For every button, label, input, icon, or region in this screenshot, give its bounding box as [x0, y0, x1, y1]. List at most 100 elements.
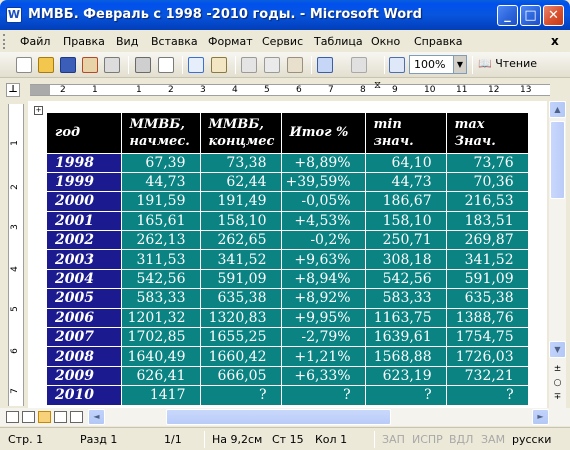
- value-cell[interactable]: 1655,25: [200, 327, 282, 348]
- value-cell[interactable]: 73,38: [200, 153, 282, 173]
- undo-icon[interactable]: [317, 57, 333, 73]
- menu-format[interactable]: Формат: [208, 35, 253, 48]
- value-cell[interactable]: 73,76: [446, 153, 529, 173]
- value-cell[interactable]: 64,10: [365, 153, 447, 173]
- year-cell[interactable]: 2007: [47, 327, 122, 348]
- normal-view-icon[interactable]: [6, 411, 19, 423]
- value-cell[interactable]: 1639,61: [365, 327, 447, 348]
- value-cell[interactable]: ?: [365, 385, 447, 406]
- value-cell[interactable]: +8,94%: [281, 269, 366, 290]
- save-icon[interactable]: [60, 57, 76, 73]
- scroll-down-button[interactable]: ▼: [549, 341, 566, 358]
- scroll-up-button[interactable]: ▲: [549, 101, 566, 118]
- menu-help[interactable]: Справка: [414, 35, 462, 48]
- value-cell[interactable]: ?: [200, 385, 282, 406]
- value-cell[interactable]: 666,05: [200, 366, 282, 387]
- value-cell[interactable]: 341,52: [200, 249, 282, 270]
- research-icon[interactable]: [211, 57, 227, 73]
- status-record[interactable]: ЗАП: [382, 433, 405, 446]
- web-layout-view-icon[interactable]: [22, 411, 35, 423]
- open-icon[interactable]: [38, 57, 54, 73]
- value-cell[interactable]: 311,53: [121, 249, 201, 270]
- table-move-handle[interactable]: +: [34, 106, 43, 115]
- horizontal-ruler[interactable]: 2 1 1 2 3 4 5 6 7 8 9 10 11 12 13 ⧖: [30, 80, 550, 96]
- print-icon[interactable]: [135, 57, 151, 73]
- status-overtype[interactable]: ЗАМ: [481, 433, 505, 446]
- value-cell[interactable]: +6,33%: [281, 366, 366, 387]
- value-cell[interactable]: -0,2%: [281, 230, 366, 251]
- maximize-button[interactable]: □: [520, 5, 541, 26]
- value-cell[interactable]: 250,71: [365, 230, 447, 251]
- value-cell[interactable]: 591,09: [446, 269, 529, 290]
- value-cell[interactable]: 1201,32: [121, 308, 201, 329]
- table-header-cell[interactable]: Итог %: [281, 113, 366, 154]
- horizontal-scroll-thumb[interactable]: [166, 409, 391, 425]
- next-page-icon[interactable]: ∓: [551, 391, 564, 404]
- reading-layout-view-icon[interactable]: [70, 411, 83, 423]
- value-cell[interactable]: 158,10: [200, 211, 282, 232]
- scroll-right-button[interactable]: ►: [532, 409, 549, 425]
- year-cell[interactable]: 2009: [47, 366, 122, 387]
- permission-icon[interactable]: [82, 57, 98, 73]
- menu-table[interactable]: Таблица: [314, 35, 363, 48]
- value-cell[interactable]: 262,65: [200, 230, 282, 251]
- year-cell[interactable]: 1998: [47, 153, 122, 173]
- value-cell[interactable]: 186,67: [365, 191, 447, 212]
- value-cell[interactable]: 262,13: [121, 230, 201, 251]
- value-cell[interactable]: 183,51: [446, 211, 529, 232]
- value-cell[interactable]: 1702,85: [121, 327, 201, 348]
- year-cell[interactable]: 2002: [47, 230, 122, 251]
- year-cell[interactable]: 2005: [47, 288, 122, 309]
- value-cell[interactable]: 542,56: [121, 269, 201, 290]
- paste-icon[interactable]: [287, 57, 303, 73]
- vertical-scrollbar[interactable]: ▲ ▼ ± ○ ∓: [549, 101, 566, 408]
- vertical-ruler[interactable]: 1 2 3 4 5 6 7: [8, 104, 24, 406]
- value-cell[interactable]: 626,41: [121, 366, 201, 387]
- menu-tools[interactable]: Сервис: [262, 35, 303, 48]
- value-cell[interactable]: 341,52: [446, 249, 529, 270]
- close-document-button[interactable]: x: [551, 34, 559, 48]
- value-cell[interactable]: 635,38: [446, 288, 529, 309]
- value-cell[interactable]: 1726,03: [446, 346, 529, 367]
- indent-marker-icon[interactable]: ⧖: [374, 80, 381, 91]
- status-track-changes[interactable]: ИСПР: [412, 433, 443, 446]
- hyperlink-icon[interactable]: [389, 57, 405, 73]
- redo-icon[interactable]: [351, 57, 367, 73]
- value-cell[interactable]: 165,61: [121, 211, 201, 232]
- value-cell[interactable]: 1163,75: [365, 308, 447, 329]
- reading-mode-button[interactable]: 📖 Чтение: [478, 57, 537, 70]
- year-cell[interactable]: 1999: [47, 172, 122, 193]
- select-browse-object-icon[interactable]: ○: [551, 377, 564, 390]
- value-cell[interactable]: +9,63%: [281, 249, 366, 270]
- year-cell[interactable]: 2006: [47, 308, 122, 329]
- value-cell[interactable]: 542,56: [365, 269, 447, 290]
- value-cell[interactable]: 732,21: [446, 366, 529, 387]
- value-cell[interactable]: 623,19: [365, 366, 447, 387]
- menu-view[interactable]: Вид: [116, 35, 138, 48]
- chevron-down-icon[interactable]: ▼: [453, 56, 466, 73]
- value-cell[interactable]: ?: [446, 385, 529, 406]
- value-cell[interactable]: -2,79%: [281, 327, 366, 348]
- vertical-scroll-thumb[interactable]: [550, 121, 565, 199]
- value-cell[interactable]: -0,05%: [281, 191, 366, 212]
- tab-selector[interactable]: ⊥: [6, 83, 20, 97]
- value-cell[interactable]: +39,59%: [281, 172, 366, 193]
- previous-page-icon[interactable]: ±: [551, 363, 564, 376]
- table-header-cell[interactable]: ММВБ, начмес.: [121, 113, 201, 154]
- value-cell[interactable]: 67,39: [121, 153, 201, 173]
- print-layout-view-icon[interactable]: [38, 411, 51, 423]
- value-cell[interactable]: 583,33: [365, 288, 447, 309]
- table-header-cell[interactable]: год: [47, 113, 122, 154]
- minimize-button[interactable]: _: [497, 5, 518, 26]
- value-cell[interactable]: +8,92%: [281, 288, 366, 309]
- table-header-cell[interactable]: ММВБ, концмес: [200, 113, 282, 154]
- value-cell[interactable]: 1660,42: [200, 346, 282, 367]
- new-document-icon[interactable]: [16, 57, 32, 73]
- print-preview-icon[interactable]: [158, 57, 174, 73]
- value-cell[interactable]: +9,95%: [281, 308, 366, 329]
- value-cell[interactable]: 308,18: [365, 249, 447, 270]
- menu-grip-handle[interactable]: [3, 34, 6, 49]
- value-cell[interactable]: 191,59: [121, 191, 201, 212]
- value-cell[interactable]: 1640,49: [121, 346, 201, 367]
- word-app-icon[interactable]: W: [6, 7, 22, 23]
